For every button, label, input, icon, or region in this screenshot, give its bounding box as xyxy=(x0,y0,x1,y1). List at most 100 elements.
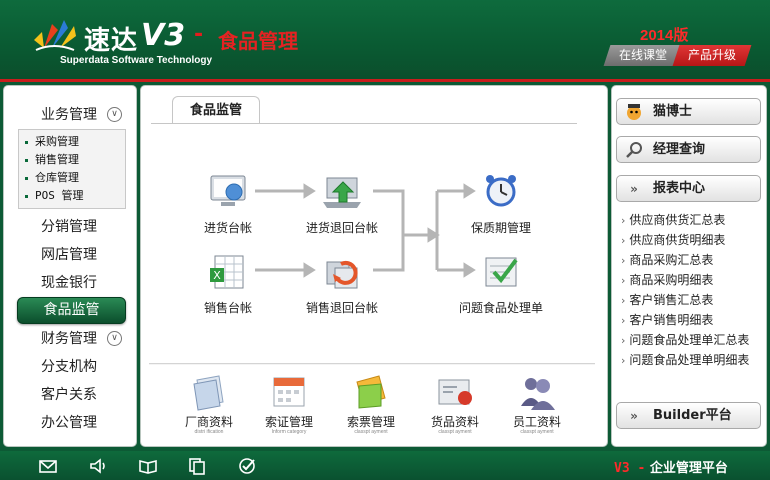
license-mgmt-sublabel: Inform category xyxy=(271,429,307,435)
chevron-right-icon: › xyxy=(621,234,626,247)
report-link[interactable]: › 供应商供货明细表 xyxy=(621,232,725,249)
sidebar-item-cash-bank[interactable]: 现金银行 xyxy=(4,270,138,296)
main-panel: 食品监管 进货台帐 进货退回台帐 保质期管理 X 销售台帐 销售退回台帐 问题食… xyxy=(140,85,608,447)
sidebar-item-food-supervision[interactable]: 食品监管 xyxy=(17,297,126,324)
sidebar-item-webstore[interactable]: 网店管理 xyxy=(4,242,138,268)
goods-data-sublabel: classpt ayment xyxy=(438,429,472,435)
staff-data-sublabel: classpt ayment xyxy=(520,429,554,435)
chevron-right-icon: › xyxy=(621,254,626,267)
vendor-data-sublabel: distri ification xyxy=(194,429,224,435)
submenu-label: 仓库管理 xyxy=(35,171,79,184)
report-link[interactable]: › 供应商供货汇总表 xyxy=(621,212,725,229)
license-mgmt-item[interactable]: 索证管理 Inform category xyxy=(253,372,325,436)
footer-brand-text: 企业管理平台 xyxy=(649,461,728,476)
app-footer: V3 - 企业管理平台 xyxy=(0,451,770,480)
spreadsheet-icon: X xyxy=(210,255,244,289)
invoice-mgmt-label: 索票管理 xyxy=(346,415,395,429)
report-link[interactable]: › 客户销售汇总表 xyxy=(621,292,713,309)
chevron-right-icon: › xyxy=(621,274,626,287)
double-chevron-right-icon: » xyxy=(630,182,638,196)
report-label: 供应商供货明细表 xyxy=(629,233,726,247)
check-icon[interactable] xyxy=(237,456,257,476)
cat-doctor-button[interactable]: 猫博士 xyxy=(616,98,761,125)
report-link[interactable]: › 问题食品处理单明细表 xyxy=(621,352,749,369)
manager-query-label: 经理查询 xyxy=(653,142,706,157)
goods-data-label: 货品资料 xyxy=(430,415,479,429)
submenu-item-purchase[interactable]: 采购管理 xyxy=(25,133,79,151)
invoice-mgmt-sublabel: classpt ayment xyxy=(354,429,388,435)
submenu-item-sales[interactable]: 销售管理 xyxy=(25,151,79,169)
report-label: 客户销售汇总表 xyxy=(629,293,714,307)
report-link[interactable]: › 商品采购明细表 xyxy=(621,272,713,289)
sales-return-ledger-item[interactable]: 销售退回台帐 xyxy=(287,252,397,316)
sidebar-item-label: 分销管理 xyxy=(41,219,97,235)
shelf-life-item[interactable]: 保质期管理 xyxy=(446,172,556,236)
staff-data-label: 员工资料 xyxy=(512,415,561,429)
problem-food-item[interactable]: 问题食品处理单 xyxy=(446,252,556,316)
upgrade-button[interactable]: 产品升级 xyxy=(672,45,752,66)
manager-query-button[interactable]: 经理查询 xyxy=(616,136,761,163)
builder-platform-button[interactable]: » Builder平台 xyxy=(616,402,761,429)
online-class-button[interactable]: 在线课堂 xyxy=(603,45,683,66)
sidebar-item-label: 网店管理 xyxy=(41,247,97,263)
vendor-data-label: 厂商资料 xyxy=(184,415,233,429)
sidebar-item-label: 业务管理 xyxy=(41,107,97,123)
double-chevron-right-icon: » xyxy=(630,409,638,423)
report-link[interactable]: › 客户销售明细表 xyxy=(621,312,713,329)
submenu-label: 销售管理 xyxy=(35,153,79,166)
calendar-icon xyxy=(273,377,305,407)
mail-icon[interactable] xyxy=(38,456,58,476)
report-link[interactable]: › 问题食品处理单汇总表 xyxy=(621,332,749,349)
report-label: 问题食品处理单汇总表 xyxy=(629,333,750,347)
purchase-ledger-item[interactable]: 进货台帐 xyxy=(173,172,283,236)
report-label: 客户销售明细表 xyxy=(629,313,714,327)
sidebar-item-label: 现金银行 xyxy=(41,275,97,291)
goods-data-item[interactable]: 货品资料 classpt ayment xyxy=(419,372,491,436)
edition-year: 2014版 xyxy=(640,27,689,44)
sales-ledger-item[interactable]: X 销售台帐 xyxy=(173,252,283,316)
sidebar-item-label: 办公管理 xyxy=(41,415,97,431)
folder-stack-icon xyxy=(193,375,224,411)
sidebar-item-distribution[interactable]: 分销管理 xyxy=(4,214,138,240)
chevron-down-icon[interactable]: ∨ xyxy=(107,107,122,122)
footer-brand-v3: V3 - xyxy=(614,461,646,476)
vendor-data-item[interactable]: 厂商资料 distri ification xyxy=(173,372,245,436)
sidebar-item-finance[interactable]: 财务管理 ∨ xyxy=(4,326,138,352)
submenu-label: POS 管理 xyxy=(35,189,84,202)
submenu-item-pos[interactable]: POS 管理 xyxy=(25,187,84,205)
sidebar-item-label: 财务管理 xyxy=(41,331,97,347)
chart-card-icon xyxy=(438,379,472,405)
sidebar-item-business[interactable]: 业务管理 ∨ xyxy=(4,102,138,128)
monitor-icon xyxy=(210,175,246,206)
purchase-return-ledger-item[interactable]: 进货退回台帐 xyxy=(287,172,397,236)
report-link[interactable]: › 商品采购汇总表 xyxy=(621,252,713,269)
checklist-icon xyxy=(485,257,518,287)
report-label: 商品采购汇总表 xyxy=(629,253,714,267)
chevron-right-icon: › xyxy=(621,354,626,367)
chevron-right-icon: › xyxy=(621,294,626,307)
submenu-item-warehouse[interactable]: 仓库管理 xyxy=(25,169,79,187)
purchase-return-ledger-label: 进货退回台帐 xyxy=(305,221,378,235)
svg-text:X: X xyxy=(213,269,221,282)
staff-data-item[interactable]: 员工资料 classpt ayment xyxy=(501,372,573,436)
speaker-icon[interactable] xyxy=(88,456,108,476)
sidebar-item-crm[interactable]: 客户关系 xyxy=(4,382,138,408)
right-panel: 猫博士 经理查询 » 报表中心 › 供应商供货汇总表 › 供应商供货明细表 › 商品采… xyxy=(611,85,767,447)
product-name: 食品管理 xyxy=(218,29,298,53)
return-boxes-icon xyxy=(326,260,358,289)
cat-doctor-label: 猫博士 xyxy=(653,104,693,119)
sidebar-item-office[interactable]: 办公管理 xyxy=(4,410,138,436)
report-center-label: 报表中心 xyxy=(653,181,706,196)
copy-icon[interactable] xyxy=(187,456,207,476)
sidebar-item-branches[interactable]: 分支机构 xyxy=(4,354,138,380)
alarm-clock-icon xyxy=(486,175,516,207)
report-center-button[interactable]: » 报表中心 xyxy=(616,175,761,202)
logo-v3: V3 xyxy=(141,18,186,53)
shelf-life-label: 保质期管理 xyxy=(470,221,531,235)
sidebar-item-label: 客户关系 xyxy=(41,387,97,403)
business-submenu: 采购管理 销售管理 仓库管理 POS 管理 xyxy=(18,129,126,209)
book-icon[interactable] xyxy=(138,456,158,476)
submenu-label: 采购管理 xyxy=(35,135,79,148)
chevron-down-icon[interactable]: ∨ xyxy=(107,331,122,346)
invoice-mgmt-item[interactable]: 索票管理 classpt ayment xyxy=(335,372,407,436)
